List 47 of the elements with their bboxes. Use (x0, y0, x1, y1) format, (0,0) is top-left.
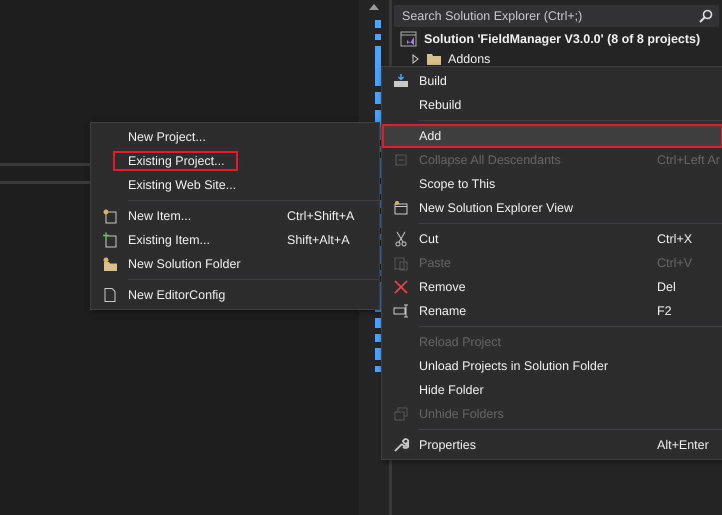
menu-item[interactable]: Cut Ctrl+X (382, 227, 722, 251)
shortcut-label: Ctrl+Left Ar (657, 153, 720, 167)
wrench-icon (392, 437, 408, 453)
scroll-up-icon[interactable] (369, 4, 379, 10)
shortcut-label: Ctrl+V (657, 256, 692, 270)
menu-item[interactable]: New Solution Explorer View (382, 196, 722, 220)
rename-icon (392, 303, 408, 319)
menu-item[interactable]: New Project... (91, 125, 379, 149)
shortcut-label: Del (657, 280, 676, 294)
remove-icon (392, 279, 408, 295)
window-icon (392, 200, 408, 216)
menu-item[interactable]: Build (382, 69, 722, 93)
menu-item[interactable]: Properties Alt+Enter (382, 433, 722, 457)
shortcut-label: Shift+Alt+A (287, 233, 350, 247)
solution-icon (400, 31, 418, 47)
shortcut-label: Ctrl+X (657, 232, 692, 246)
windows-icon (392, 406, 408, 422)
menu-item[interactable]: Rebuild (382, 93, 722, 117)
search-field[interactable]: Search Solution Explorer (Ctrl+;) (400, 8, 693, 24)
menu-item[interactable]: Existing Item... Shift+Alt+A (91, 228, 379, 252)
shortcut-label: Alt+Enter (657, 438, 709, 452)
menu-item[interactable]: Remove Del (382, 275, 722, 299)
shortcut-label: F2 (657, 304, 672, 318)
menu-item[interactable]: Rename F2 (382, 299, 722, 323)
new-item-icon (102, 208, 118, 224)
menu-item[interactable]: Scope to This (382, 172, 722, 196)
expander-icon[interactable] (412, 54, 420, 64)
menu-item[interactable]: Existing Web Site... (91, 173, 379, 197)
search-icon[interactable] (699, 9, 713, 23)
build-icon (392, 73, 408, 89)
add-item-icon (102, 232, 118, 248)
menu-item[interactable]: Hide Folder (382, 378, 722, 402)
tree-item[interactable]: Addons (448, 52, 490, 66)
menu-item[interactable]: Unload Projects in Solution Folder (382, 354, 722, 378)
folder-icon (102, 256, 118, 272)
shortcut-label: Ctrl+Shift+A (287, 209, 354, 223)
menu-item[interactable]: New Item... Ctrl+Shift+A (91, 204, 379, 228)
scissors-icon (392, 231, 408, 247)
menu-item[interactable]: New EditorConfig (91, 283, 379, 307)
menu-item[interactable]: Add (382, 124, 722, 148)
search-box[interactable]: Search Solution Explorer (Ctrl+;) (394, 5, 719, 27)
menu-item[interactable]: Existing Project... (91, 149, 379, 173)
clipboard-icon (392, 255, 408, 271)
menu-item[interactable]: New Solution Folder (91, 252, 379, 276)
tree-item[interactable]: Solution 'FieldManager V3.0.0' (8 of 8 projects) (424, 32, 700, 46)
file-icon (102, 287, 118, 303)
collapse-icon (392, 152, 408, 168)
